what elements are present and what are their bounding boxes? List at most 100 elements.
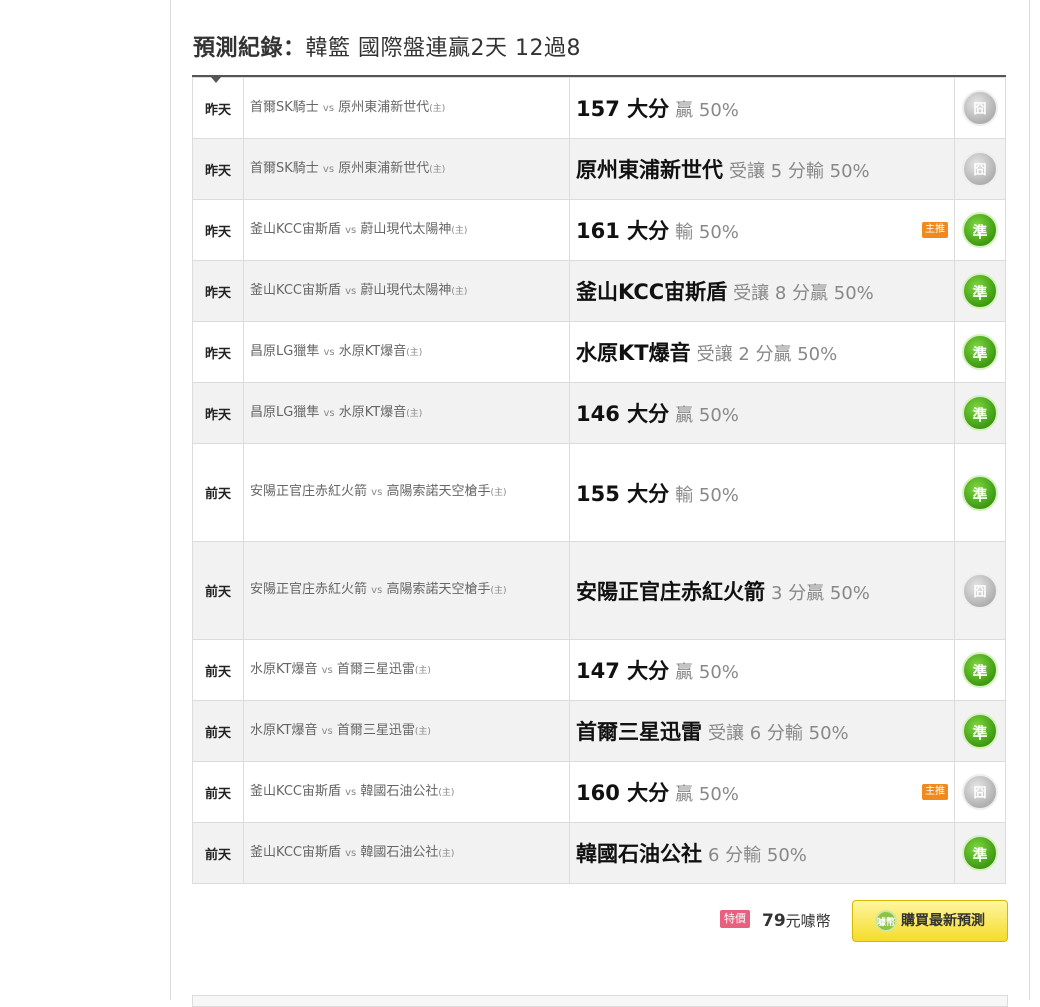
match-cell: 安陽正官庄赤紅火箭 vs 高陽索諾天空槍手(主) [243, 443, 570, 542]
vs-label: vs [345, 224, 357, 236]
day-cell: 昨天 [192, 77, 244, 139]
away-team: 高陽索諾天空槍手 [386, 484, 491, 499]
pick-cell: 首爾三星迅雷 受讓 6 分輸 50% [569, 700, 955, 762]
pick-cell: 安陽正官庄赤紅火箭 3 分贏 50% [569, 541, 955, 640]
result-cell: 準 [954, 443, 1006, 542]
match-cell: 昌原LG獵隼 vs 水原KT爆音(主) [243, 382, 570, 444]
title-rest: 韓籃 國際盤連贏2天 12過8 [305, 36, 581, 61]
day-cell: 前天 [192, 541, 244, 640]
home-team: 首爾SK騎士 [250, 160, 319, 176]
prediction-table: 昨天 首爾SK騎士 vs 原州東浦新世代(主) 157 大分贏 50% 囧昨天 首爾SK… [192, 75, 1006, 884]
pick-detail: 贏 50% [675, 784, 739, 805]
vs-label: vs [323, 407, 335, 419]
result-cell: 囧 [954, 541, 1006, 640]
price-value: 79 [762, 911, 786, 931]
home-team: 釜山KCC宙斯盾 [250, 844, 341, 860]
table-row: 昨天 昌原LG獵隼 vs 水原KT爆音(主) 146 大分贏 50% 準 [192, 382, 1006, 444]
pick-detail: 受讓 2 分贏 50% [696, 344, 838, 365]
pick-detail: 受讓 5 分輸 50% [729, 161, 870, 182]
result-cell: 準 [954, 382, 1006, 444]
pick-detail: 受讓 8 分贏 50% [733, 283, 874, 304]
vs-label: vs [345, 847, 357, 859]
home-team: 釜山KCC宙斯盾 [250, 282, 341, 298]
pick-main: 原州東浦新世代 [576, 158, 723, 182]
day-cell: 前天 [192, 700, 244, 762]
table-row: 前天 釜山KCC宙斯盾 vs 韓國石油公社(主) 韓國石油公社 6 分輸 50% 準 [192, 822, 1006, 884]
home-team: 昌原LG獵隼 [250, 404, 320, 420]
away-team: 原州東浦新世代 [338, 99, 430, 115]
next-section-box [192, 995, 1008, 1007]
pick-detail: 贏 50% [675, 100, 739, 121]
away-team: 原州東浦新世代 [338, 160, 430, 176]
vs-label: vs [371, 585, 383, 596]
host-marker: (主) [438, 787, 455, 798]
day-cell: 前天 [192, 443, 244, 542]
pick-cell: 146 大分贏 50% [569, 382, 955, 444]
pick-main: 155 大分 [576, 481, 670, 506]
pick-detail: 輸 50% [675, 484, 739, 506]
vs-label: vs [322, 102, 335, 114]
pick-main: 147 大分 [576, 659, 670, 683]
pick-detail: 6 分輸 50% [708, 845, 807, 866]
pick-main: 146 大分 [576, 402, 670, 426]
away-team: 蔚山現代太陽神 [360, 282, 452, 298]
pick-detail: 受讓 6 分輸 50% [708, 723, 849, 744]
result-cell: 準 [954, 822, 1006, 884]
match-cell: 釜山KCC宙斯盾 vs 蔚山現代太陽神(主) [243, 260, 570, 322]
match-cell: 水原KT爆音 vs 首爾三星迅雷(主) [243, 700, 570, 762]
pick-detail: 贏 50% [675, 662, 739, 683]
home-team: 安陽正官庄赤紅火箭 [250, 484, 368, 499]
pick-main: 安陽正官庄赤紅火箭 [576, 579, 765, 604]
pick-cell: 韓國石油公社 6 分輸 50% [569, 822, 955, 884]
wrong-result-icon: 囧 [962, 774, 998, 810]
home-team: 釜山KCC宙斯盾 [250, 783, 341, 799]
away-team: 高陽索諾天空槍手 [386, 582, 491, 597]
host-marker: (主) [406, 408, 423, 419]
match-cell: 昌原LG獵隼 vs 水原KT爆音(主) [243, 321, 570, 383]
wrong-result-icon: 囧 [962, 572, 998, 609]
pick-main: 韓國石油公社 [576, 842, 702, 866]
pick-cell: 160 大分贏 50% 主推 [569, 761, 955, 823]
day-cell: 前天 [192, 639, 244, 701]
away-team: 水原KT爆音 [338, 404, 407, 420]
vs-label: vs [322, 163, 335, 175]
correct-result-icon: 準 [962, 273, 998, 309]
result-cell: 囧 [954, 138, 1006, 200]
away-team: 首爾三星迅雷 [336, 722, 415, 738]
table-row: 前天 水原KT爆音 vs 首爾三星迅雷(主) 147 大分贏 50% 準 [192, 639, 1006, 701]
pick-detail: 輸 50% [675, 222, 739, 243]
match-cell: 首爾SK騎士 vs 原州東浦新世代(主) [243, 138, 570, 200]
table-row: 昨天 昌原LG獵隼 vs 水原KT爆音(主) 水原KT爆音 受讓 2 分贏 50% 準 [192, 321, 1006, 383]
match-cell: 釜山KCC宙斯盾 vs 蔚山現代太陽神(主) [243, 199, 570, 261]
match-cell: 首爾SK騎士 vs 原州東浦新世代(主) [243, 77, 570, 139]
day-cell: 昨天 [192, 138, 244, 200]
buy-latest-prediction-button[interactable]: 噱幣 購買最新預測 [852, 900, 1008, 942]
pick-main: 水原KT爆音 [576, 341, 691, 365]
correct-result-icon: 準 [962, 835, 998, 871]
pick-main: 157 大分 [576, 97, 670, 121]
host-marker: (主) [490, 586, 507, 596]
result-cell: 準 [954, 321, 1006, 383]
pick-main: 釜山KCC宙斯盾 [576, 280, 728, 304]
vs-label: vs [371, 487, 383, 498]
home-team: 水原KT爆音 [250, 661, 318, 677]
away-team: 韓國石油公社 [360, 844, 439, 860]
correct-result-icon: 準 [962, 212, 998, 248]
pick-cell: 161 大分輸 50% 主推 [569, 199, 955, 261]
prediction-panel: 預測紀錄：韓籃 國際盤連贏2天 12過8 昨天 首爾SK騎士 vs 原州東浦新世代… [170, 0, 1030, 1007]
host-marker: (主) [429, 164, 446, 175]
pick-cell: 157 大分贏 50% [569, 77, 955, 139]
match-cell: 水原KT爆音 vs 首爾三星迅雷(主) [243, 639, 570, 701]
home-team: 首爾SK騎士 [250, 99, 319, 115]
correct-result-icon: 準 [962, 395, 998, 431]
host-marker: (主) [490, 488, 507, 498]
result-cell: 準 [954, 700, 1006, 762]
coin-icon: 噱幣 [875, 910, 897, 932]
day-cell: 昨天 [192, 321, 244, 383]
away-team: 水原KT爆音 [338, 343, 407, 359]
match-cell: 安陽正官庄赤紅火箭 vs 高陽索諾天空槍手(主) [243, 541, 570, 640]
result-cell: 準 [954, 639, 1006, 701]
pick-main: 160 大分 [576, 781, 670, 805]
pick-cell: 155 大分輸 50% [569, 443, 955, 542]
pick-cell: 釜山KCC宙斯盾 受讓 8 分贏 50% [569, 260, 955, 322]
